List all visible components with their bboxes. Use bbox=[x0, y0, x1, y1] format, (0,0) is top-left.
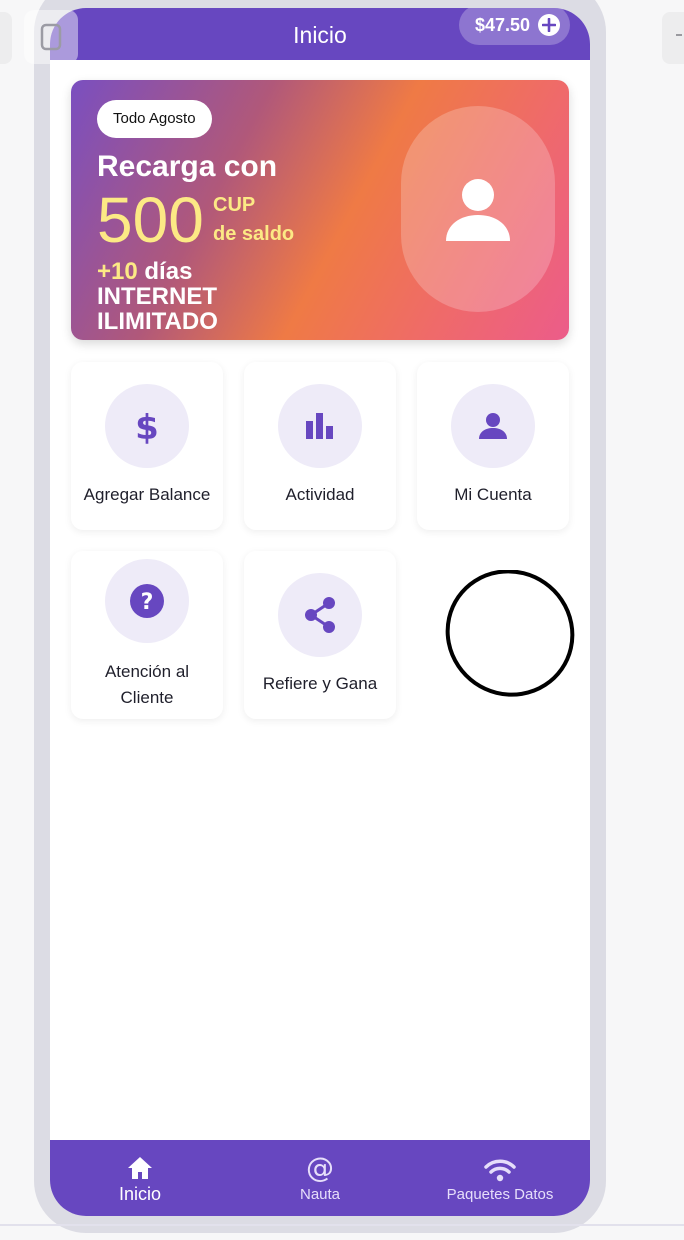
promo-currency: CUP bbox=[213, 194, 256, 216]
promo-days-label: días bbox=[144, 258, 193, 285]
tile-label: Mi Cuenta bbox=[454, 485, 532, 504]
bottom-divider bbox=[0, 1224, 684, 1226]
balance-button[interactable]: $47.50 bbox=[458, 8, 570, 45]
help-icon: ? bbox=[105, 559, 189, 643]
nav-label: Paquetes Datos bbox=[446, 1185, 554, 1203]
person-icon bbox=[446, 179, 510, 241]
wifi-icon bbox=[484, 1154, 516, 1182]
tile-label: Actividad bbox=[285, 485, 355, 504]
atencion-cliente-tile[interactable]: ? Atención al Cliente bbox=[71, 551, 223, 719]
promo-internet: INTERNET ILIMITADO bbox=[97, 283, 218, 335]
app-header: Inicio $47.50 bbox=[50, 8, 590, 60]
home-icon bbox=[127, 1152, 153, 1180]
promo-tag: Todo Agosto bbox=[97, 100, 212, 138]
nav-label: Nauta bbox=[299, 1185, 341, 1203]
tablet-icon bbox=[40, 23, 62, 51]
right-edge-tab bbox=[662, 12, 684, 64]
bottom-navigation: Inicio @ Nauta Paquetes Datos bbox=[50, 1140, 590, 1216]
promo-headline: Recarga con bbox=[97, 150, 278, 183]
promo-avatar bbox=[401, 106, 555, 312]
balance-amount: $47.50 bbox=[474, 14, 530, 35]
agregar-balance-tile[interactable]: $ Agregar Balance bbox=[71, 362, 223, 530]
promo-days-highlight: +10 bbox=[97, 258, 138, 285]
bar-chart-icon bbox=[278, 384, 362, 468]
refiere-gana-tile[interactable]: Refiere y Gana bbox=[244, 551, 396, 719]
left-edge-tab bbox=[0, 12, 12, 64]
tile-label: Atención al Cliente bbox=[104, 662, 190, 707]
add-balance-icon bbox=[538, 14, 560, 36]
nav-item-inicio[interactable]: Inicio bbox=[50, 1140, 230, 1216]
at-icon: @ bbox=[305, 1152, 335, 1182]
share-icon bbox=[278, 573, 362, 657]
svg-text:$: $ bbox=[135, 408, 159, 446]
drawn-circle-annotation bbox=[445, 570, 575, 697]
svg-text:?: ? bbox=[141, 590, 154, 615]
promo-saldo-label: de saldo bbox=[213, 223, 295, 245]
nav-item-nauta[interactable]: @ Nauta bbox=[230, 1140, 410, 1216]
dollar-icon: $ bbox=[105, 384, 189, 468]
tile-label: Refiere y Gana bbox=[262, 674, 378, 693]
mi-cuenta-tile[interactable]: Mi Cuenta bbox=[417, 362, 569, 530]
svg-text:@: @ bbox=[306, 1152, 334, 1182]
actividad-tile[interactable]: Actividad bbox=[244, 362, 396, 530]
phone-frame: Inicio $47.50 Todo Agosto Recarga con 50… bbox=[34, 0, 606, 1233]
tablet-button[interactable] bbox=[24, 10, 78, 64]
nav-label: Inicio bbox=[118, 1183, 162, 1204]
promo-amount: 500 bbox=[97, 184, 204, 256]
nav-item-paquetes-datos[interactable]: Paquetes Datos bbox=[410, 1140, 590, 1216]
promo-banner[interactable]: Todo Agosto Recarga con 500 CUP de saldo… bbox=[71, 80, 569, 340]
promo-days: +10 días bbox=[97, 258, 192, 286]
app-screen: Inicio $47.50 Todo Agosto Recarga con 50… bbox=[50, 8, 590, 1216]
tile-label: Agregar Balance bbox=[83, 485, 211, 504]
person-icon bbox=[451, 384, 535, 468]
